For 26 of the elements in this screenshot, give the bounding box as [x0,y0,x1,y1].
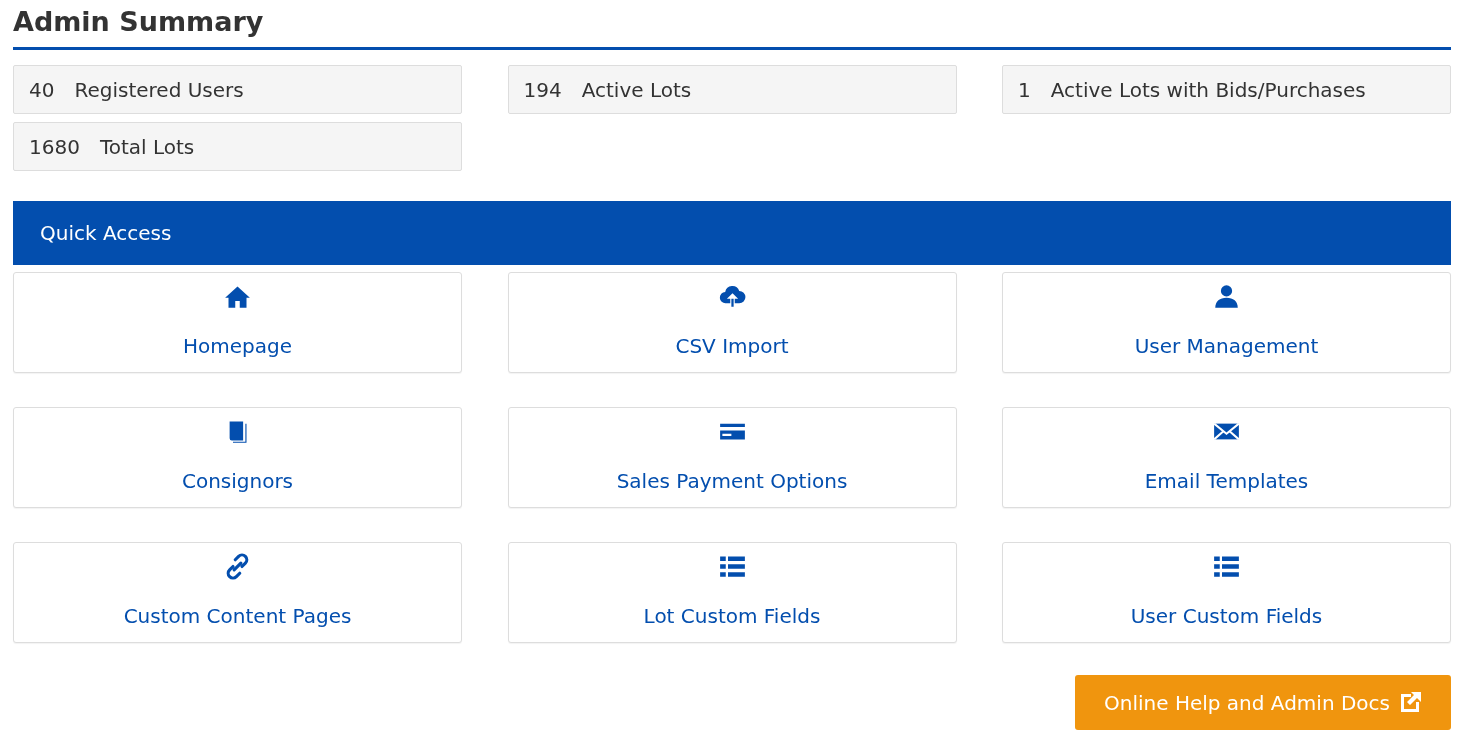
stat-label: Active Lots with Bids/Purchases [1050,77,1366,102]
cloud-upload-icon [718,283,746,310]
user-icon [1213,283,1240,310]
home-icon [224,283,251,310]
quick-access-tile[interactable]: User Management [1002,272,1451,373]
quick-access-tile[interactable]: User Custom Fields [1002,542,1451,643]
external-link-icon [1398,690,1422,715]
quick-access-tile[interactable]: Sales Payment Options [507,407,957,508]
stat-label: Total Lots [99,134,195,159]
section-title: Quick Access [40,221,172,245]
quick-access-tile[interactable]: Email Templates [1002,407,1451,508]
stat-label: Registered Users [74,77,244,102]
page-title: Admin Summary [13,0,1451,50]
quick-access-tile[interactable]: Homepage [13,272,462,373]
stat-count: 40 [29,77,55,102]
quick-access-tile[interactable]: Consignors [13,407,462,508]
quick-access-tile[interactable]: Lot Custom Fields [507,542,957,643]
stat-label: Active Lots [581,77,692,102]
list-icon [1213,553,1240,580]
stat-count: 1680 [29,134,80,159]
stat-count: 194 [523,77,562,102]
link-icon [224,553,251,580]
stat-count: 1 [1018,77,1031,102]
quick-access-tile[interactable]: CSV Import [507,272,957,373]
list-icon [718,553,746,580]
quick-access-tile[interactable]: Custom Content Pages [13,542,462,643]
